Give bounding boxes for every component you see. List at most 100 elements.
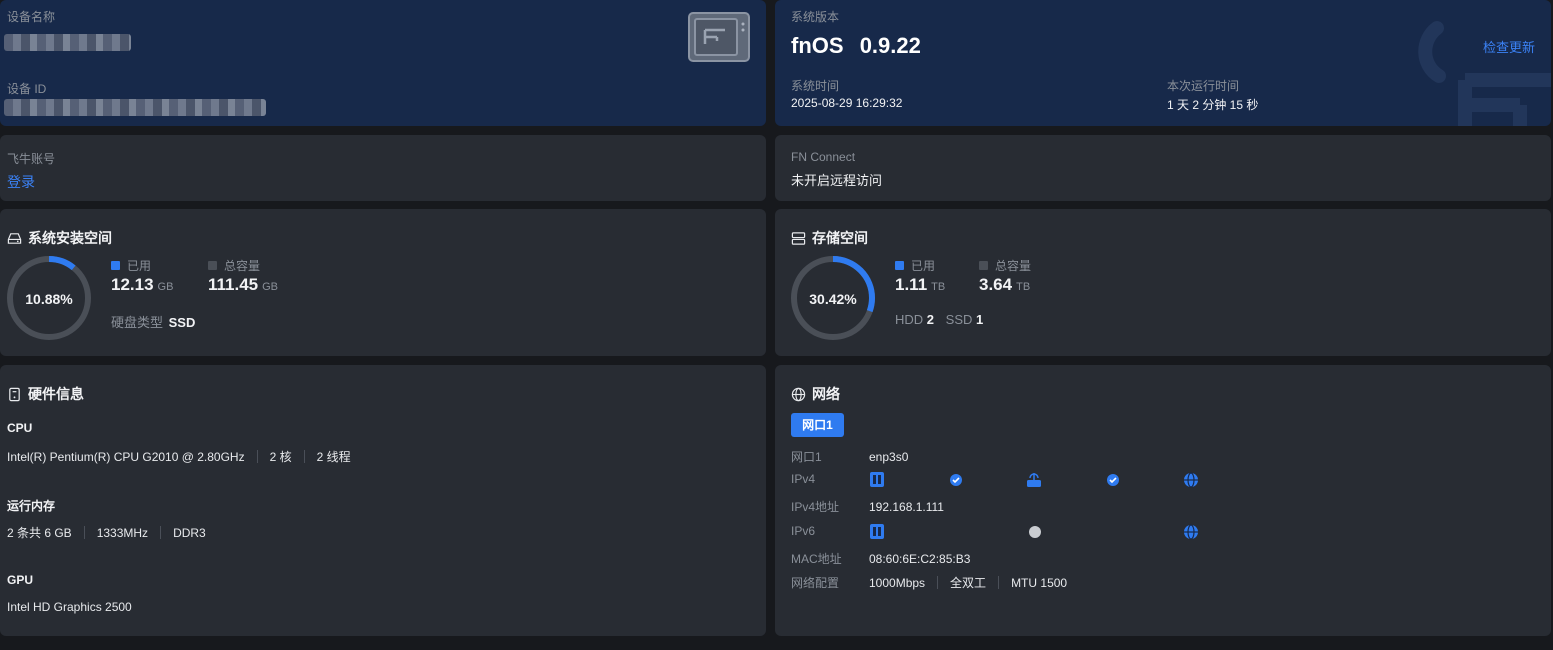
cpu-threads: 2 线程	[316, 450, 351, 464]
hdd-label: HDD	[895, 312, 924, 327]
total-label: 总容量	[224, 259, 261, 273]
used-value: 12.13	[111, 275, 154, 294]
total-label: 总容量	[995, 259, 1032, 273]
pending-dot-icon	[1029, 526, 1041, 538]
os-version: 0.9.22	[859, 33, 921, 58]
check-icon	[1107, 474, 1119, 486]
system-space-used-value: 12.13 GB	[111, 275, 173, 295]
uptime-label: 本次运行时间	[1167, 79, 1240, 93]
system-version: fnOS 0.9.22	[791, 33, 921, 59]
check-update-link[interactable]: 检查更新	[1483, 37, 1535, 56]
cpu-cores: 2 核	[269, 450, 292, 464]
mtu-value: MTU 1500	[1011, 575, 1068, 590]
drive-icon	[7, 232, 22, 244]
ssd-count: 1	[976, 312, 984, 327]
internet-globe-icon	[1184, 524, 1198, 540]
port-value: enp3s0	[869, 449, 909, 464]
system-space-percent: 10.88%	[25, 291, 73, 307]
fnos-watermark-icon	[1418, 21, 1551, 126]
nas-device-icon	[870, 472, 884, 487]
device-id-label: 设备 ID	[7, 82, 47, 96]
disk-counts: HDD 2 SSD 1	[895, 312, 983, 327]
cpu-info: Intel(R) Pentium(R) CPU G2010 @ 2.80GHz …	[7, 448, 351, 465]
ipv4-address-row: IPv4地址 192.168.1.111	[791, 498, 944, 515]
nas-device-icon	[870, 524, 884, 539]
ipv4-connectivity	[870, 472, 1198, 488]
cpu-model: Intel(R) Pentium(R) CPU G2010 @ 2.80GHz	[7, 449, 245, 464]
gpu-label: GPU	[7, 573, 34, 587]
mac-label: MAC地址	[791, 552, 842, 566]
system-space-title: 系统安装空间	[7, 228, 112, 248]
system-space-total-value: 111.45 GB	[208, 275, 278, 295]
port-row: 网口1 enp3s0	[791, 448, 908, 465]
storage-percent: 30.42%	[809, 291, 857, 307]
hardware-card: 硬件信息 CPU Intel(R) Pentium(R) CPU G2010 @…	[0, 365, 766, 636]
hardware-title-text: 硬件信息	[28, 386, 84, 402]
account-label: 飞牛账号	[7, 152, 56, 166]
ram-info: 2 条共 6 GB 1333MHz DDR3	[7, 524, 206, 541]
gpu-model: Intel HD Graphics 2500	[7, 600, 132, 614]
total-unit: GB	[262, 281, 279, 293]
storage-title: 存储空间	[791, 228, 868, 248]
login-link[interactable]: 登录	[7, 172, 35, 192]
storage-total-value: 3.64 TB	[979, 275, 1030, 295]
used-label: 已用	[127, 259, 152, 273]
network-title: 网络	[791, 384, 840, 404]
cpu-label: CPU	[7, 421, 33, 435]
device-info-card: 设备名称 设备 ID	[0, 0, 766, 126]
tab-port-1[interactable]: 网口1	[791, 413, 844, 437]
config-row: 网络配置 1000Mbps 全双工 MTU 1500	[791, 574, 1067, 591]
device-icon	[688, 12, 750, 67]
ipv6-connectivity	[870, 524, 1198, 540]
check-icon	[950, 474, 962, 486]
system-space-total-legend: 总容量	[208, 257, 260, 274]
fn-connect-label: FN Connect	[791, 150, 856, 164]
divider	[160, 526, 162, 539]
divider	[83, 526, 85, 539]
total-value: 3.64	[979, 275, 1013, 294]
link-speed: 1000Mbps	[869, 575, 926, 590]
hardware-icon	[9, 387, 20, 401]
network-card: 网络 网口1 网口1 enp3s0 IPv4 IPv4地址 192.168.1.…	[775, 365, 1551, 636]
total-swatch	[208, 261, 217, 270]
mac-value: 08:60:6E:C2:85:B3	[869, 551, 971, 566]
used-swatch	[111, 261, 120, 270]
divider	[303, 450, 305, 463]
ipv4-address-label: IPv4地址	[791, 500, 840, 514]
ipv4-row: IPv4	[791, 472, 869, 486]
ram-speed: 1333MHz	[96, 525, 149, 540]
disk-type-label: 硬盘类型	[111, 315, 164, 330]
router-icon	[1027, 473, 1041, 487]
ram-label: 运行内存	[7, 499, 56, 513]
storage-icon	[791, 231, 806, 245]
system-space-card: 系统安装空间 10.88% 已用 12.13 GB 总容量 111.45 GB 硬盘…	[0, 209, 766, 356]
system-version-label: 系统版本	[791, 10, 840, 24]
divider	[256, 450, 258, 463]
used-label: 已用	[911, 259, 936, 273]
account-card: 飞牛账号 登录	[0, 135, 766, 201]
storage-title-text: 存储空间	[812, 230, 868, 246]
used-unit: GB	[157, 281, 174, 293]
ipv4-address-value: 192.168.1.111	[869, 499, 944, 514]
gpu-info: Intel HD Graphics 2500	[7, 600, 132, 614]
uptime-value: 1 天 2 分钟 15 秒	[1167, 98, 1259, 112]
storage-card: 存储空间 30.42% 已用 1.11 TB 总容量 3.64 TB HDD 2 S…	[775, 209, 1551, 356]
ipv6-row: IPv6	[791, 524, 869, 538]
system-info-card: 系统版本 fnOS 0.9.22 检查更新 系统时间 2025-08-29 16…	[775, 0, 1551, 126]
disk-type-value: SSD	[168, 315, 196, 330]
storage-used-legend: 已用	[895, 257, 935, 274]
hdd-count: 2	[926, 312, 935, 327]
fn-connect-card: FN Connect 未开启远程访问	[775, 135, 1551, 201]
used-swatch	[895, 261, 904, 270]
system-time-label: 系统时间	[791, 79, 840, 93]
ipv6-label: IPv6	[791, 524, 816, 538]
ipv4-label: IPv4	[791, 472, 816, 486]
duplex-mode: 全双工	[950, 576, 987, 590]
globe-icon	[791, 387, 806, 401]
divider	[937, 576, 939, 589]
storage-total-legend: 总容量	[979, 257, 1031, 274]
mac-row: MAC地址 08:60:6E:C2:85:B3	[791, 550, 970, 567]
internet-globe-icon	[1184, 472, 1198, 488]
system-space-title-text: 系统安装空间	[28, 230, 112, 246]
ssd-label: SSD	[945, 312, 973, 327]
